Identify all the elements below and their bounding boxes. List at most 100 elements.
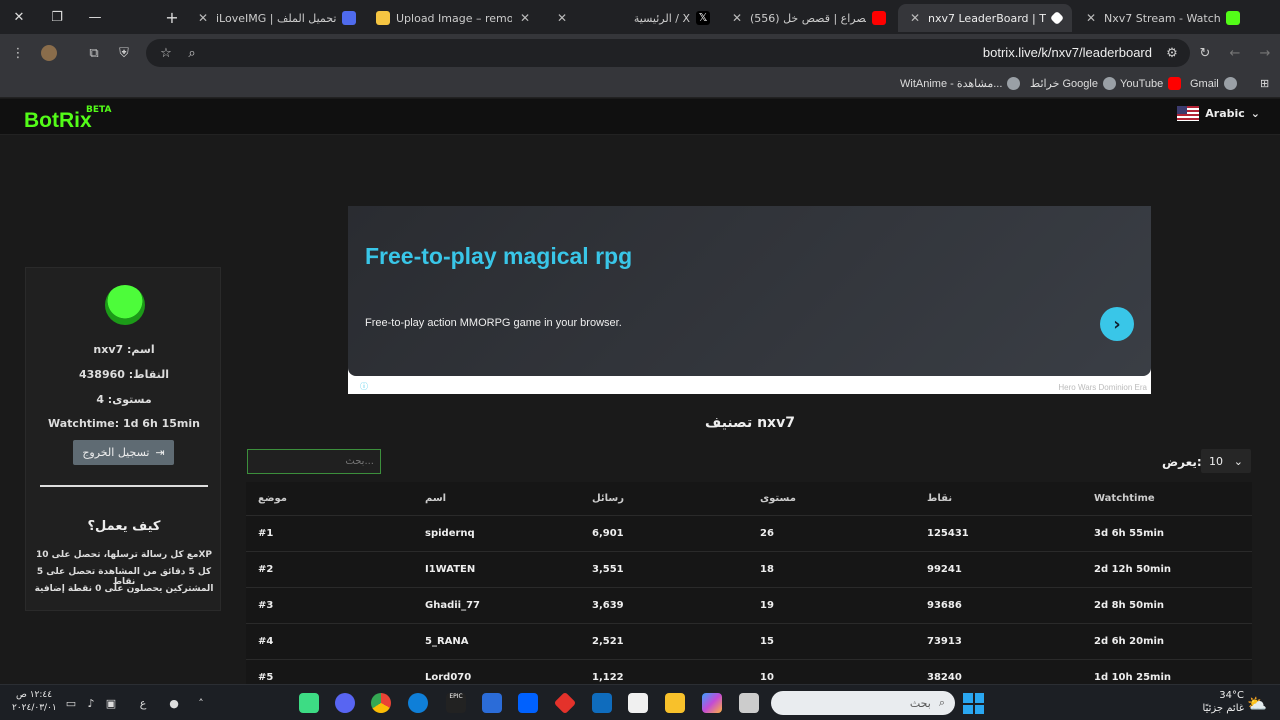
close-tab-icon[interactable]: ✕	[1084, 11, 1098, 25]
table-cell: #2	[258, 564, 274, 575]
tab-leaderboard[interactable]: ✕ nxv7 LeaderBoard | The be	[898, 4, 1072, 32]
youtube-icon	[1168, 77, 1182, 90]
table-cell: 1,122	[592, 672, 624, 683]
shield-icon[interactable]: ⛨	[112, 41, 136, 65]
globe-icon	[1007, 77, 1021, 90]
tab-kick-stream[interactable]: ✕ Nxv7 Stream - Watch Live	[1074, 4, 1250, 32]
site-navbar: BotRix BETA Arabic ⌄	[0, 99, 1280, 135]
iloveimg-favicon-icon	[342, 11, 356, 25]
anydesk-icon[interactable]	[553, 691, 577, 715]
file-explorer-icon[interactable]	[665, 693, 685, 713]
clock-time: ١٢:٤٤ ص	[15, 690, 53, 700]
forward-icon[interactable]: →	[1253, 41, 1277, 65]
table-cell: 99241	[927, 564, 962, 575]
app-icon[interactable]	[299, 693, 319, 713]
bookmark-star-icon[interactable]: ☆	[154, 41, 178, 65]
close-tab-icon[interactable]: ✕	[196, 11, 210, 25]
divider	[40, 485, 208, 487]
new-tab-button[interactable]: +	[158, 0, 186, 34]
extensions-icon[interactable]: ⧉	[82, 41, 106, 65]
show-entries-select[interactable]: 10 ⌄	[1201, 449, 1251, 473]
minimize-window-button[interactable]: —	[76, 0, 114, 34]
bookmark-gmail[interactable]: Gmail	[1190, 77, 1237, 90]
column-header[interactable]: نقاط	[927, 482, 952, 515]
apps-grid-icon[interactable]: ⊞	[1260, 77, 1269, 90]
input-language-indicator[interactable]: ع	[134, 694, 152, 712]
search-lens-icon[interactable]: ⌕	[180, 41, 204, 65]
table-row: #2 I1WATEN 3,551 18 99241 2d 12h 50min	[246, 552, 1252, 588]
column-header[interactable]: Watchtime	[1094, 482, 1155, 515]
site-settings-icon[interactable]: ⚙	[1160, 41, 1184, 65]
discord-icon[interactable]	[335, 693, 355, 713]
profile-points: 438960 :النقاط	[78, 368, 170, 381]
column-header[interactable]: مستوى	[760, 482, 796, 515]
weather-cloud-icon[interactable]: ⛅	[1246, 692, 1268, 714]
profile-avatar[interactable]	[37, 41, 61, 65]
close-tab-icon[interactable]: ✕	[555, 11, 569, 25]
x-favicon-icon: 𝕏	[696, 11, 710, 25]
profile-watchtime: Watchtime: 1d 6h 15min	[48, 417, 200, 430]
address-bar[interactable]: ☆ ⌕ botrix.live/k/nxv7/leaderboard ⚙	[146, 39, 1190, 67]
table-cell: 3,551	[592, 564, 624, 575]
bookmark-youtube[interactable]: YouTube	[1120, 77, 1182, 90]
network-icon[interactable]: ▣	[102, 694, 120, 712]
tab-title: iLoveIMG | تحميل الملف	[216, 11, 336, 25]
column-header[interactable]: اسم	[425, 482, 446, 515]
search-input[interactable]	[247, 449, 381, 474]
tab-iloveimg[interactable]: ✕ iLoveIMG | تحميل الملف	[186, 4, 366, 32]
weather-widget[interactable]: 34°C غائم جزئيًا	[1203, 689, 1244, 715]
close-tab-icon[interactable]: ✕	[908, 11, 922, 25]
table-cell: 2d 12h 50min	[1094, 564, 1171, 575]
close-window-button[interactable]: ✕	[0, 0, 38, 34]
page-content: BotRix BETA Arabic ⌄ nxv7 :اسم 438960 :ا…	[0, 99, 1280, 685]
close-tab-icon[interactable]: ✕	[730, 11, 744, 25]
logout-button[interactable]: تسجيل الخروج ⇥	[73, 440, 174, 465]
column-header[interactable]: رسائل	[592, 482, 624, 515]
outlook-icon[interactable]	[592, 693, 612, 713]
restore-window-button[interactable]: ❐	[38, 0, 76, 34]
tab-x-home[interactable]: ✕ الرئيسية / X 𝕏	[545, 4, 720, 32]
ad-info-icon[interactable]: ⓘ	[360, 381, 368, 392]
show-entries-value: 10	[1209, 454, 1223, 468]
clock[interactable]: ١٢:٤٤ ص ٢٠٢٤/٠٣/٠١	[12, 689, 57, 715]
bookmark-google-maps[interactable]: خرائط Google	[1030, 77, 1116, 90]
edge-icon[interactable]	[408, 693, 428, 713]
table-cell: Lord070	[425, 672, 472, 683]
column-header[interactable]: موضع	[258, 482, 287, 515]
tab-youtube[interactable]: ✕ (556) جن الصراع | قصص خل	[720, 4, 896, 32]
ad-advertiser: Hero Wars Dominion Era	[1058, 383, 1147, 392]
back-icon[interactable]: ←	[1223, 41, 1247, 65]
tab-remove-bg[interactable]: Upload Image – remove.bg ✕	[366, 4, 542, 32]
close-tab-icon[interactable]: ✕	[518, 11, 532, 25]
botrix-logo[interactable]: BotRix	[24, 109, 92, 133]
task-view-icon[interactable]	[739, 693, 759, 713]
taskbar-search-placeholder: بحث	[909, 696, 931, 710]
bookmark-witanime[interactable]: WitAnime - مشاهدة...	[900, 77, 1021, 90]
chrome-icon[interactable]	[371, 693, 391, 713]
microphone-icon[interactable]: ●	[165, 694, 183, 712]
menu-icon[interactable]: ⋮	[6, 41, 30, 65]
url-text: botrix.live/k/nxv7/leaderboard	[982, 45, 1152, 60]
store-icon[interactable]	[628, 693, 648, 713]
windows-start-icon[interactable]	[963, 693, 984, 714]
copilot-icon[interactable]	[702, 693, 722, 713]
ad-banner[interactable]: Free-to-play magical rpg Free-to-play ac…	[348, 206, 1151, 394]
search-icon: ⌕	[938, 696, 945, 709]
chevron-up-icon[interactable]: ˄	[192, 694, 210, 712]
taskbar-search[interactable]: بحث ⌕	[771, 691, 955, 715]
dropbox-icon[interactable]	[518, 693, 538, 713]
epic-games-icon[interactable]: EPIC	[446, 693, 466, 713]
volume-icon[interactable]: ♪	[82, 694, 100, 712]
language-selector[interactable]: Arabic ⌄	[1177, 106, 1260, 121]
table-cell: #1	[258, 528, 274, 539]
chevron-down-icon: ⌄	[1250, 107, 1260, 120]
us-flag-icon	[1177, 106, 1200, 121]
table-cell: #5	[258, 672, 274, 683]
weather-temperature: 34°C	[1219, 690, 1244, 701]
bookmark-label: WitAnime - مشاهدة...	[900, 78, 1003, 90]
battery-icon[interactable]: ▭	[62, 694, 80, 712]
table-cell: 93686	[927, 600, 962, 611]
reload-icon[interactable]: ↻	[1193, 41, 1217, 65]
phone-link-icon[interactable]	[482, 693, 502, 713]
ad-arrow-button[interactable]: ›	[1100, 307, 1134, 341]
